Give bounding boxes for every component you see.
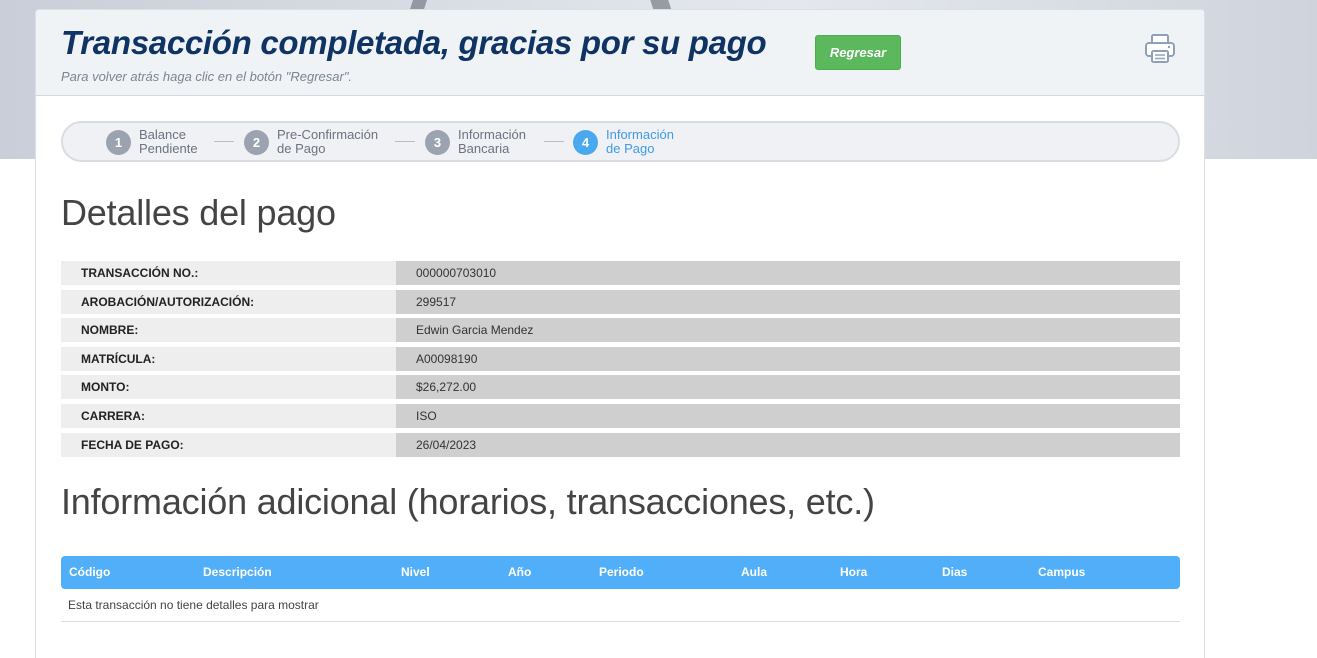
detail-label: AROBACIÓN/AUTORIZACIÓN: — [61, 289, 396, 314]
step-separator — [395, 141, 415, 142]
payment-card: Transacción completada, gracias por su p… — [35, 9, 1205, 658]
detail-label: FECHA DE PAGO: — [61, 432, 396, 457]
detail-row-matricula: MATRÍCULA: A00098190 — [61, 346, 1180, 371]
step-label: Información de Pago — [606, 127, 674, 156]
step-pre-confirmacion: 2 Pre-Confirmación de Pago — [244, 128, 378, 156]
detail-label: CARRERA: — [61, 403, 396, 428]
detail-label: NOMBRE: — [61, 318, 396, 343]
step-label: Balance Pendiente — [139, 127, 198, 156]
step-separator — [214, 141, 234, 142]
detail-value: 26/04/2023 — [396, 432, 1180, 457]
step-number: 4 — [573, 129, 598, 155]
detail-value: Edwin Garcia Mendez — [396, 318, 1180, 343]
detail-row-transaction: TRANSACCIÓN NO.: 000000703010 — [61, 261, 1180, 285]
detail-label: MONTO: — [61, 375, 396, 400]
column-header-hora[interactable]: Hora — [840, 565, 867, 579]
details-title: Detalles del pago — [61, 192, 336, 233]
detail-row-career: CARRERA: ISO — [61, 403, 1180, 428]
page-title: Transacción completada, gracias por su p… — [61, 24, 767, 61]
detail-value: ISO — [396, 403, 1180, 428]
step-number: 1 — [106, 129, 131, 155]
step-label: Información Bancaria — [458, 127, 526, 156]
detail-row-amount: MONTO: $26,272.00 — [61, 375, 1180, 400]
column-header-campus[interactable]: Campus — [1038, 565, 1085, 579]
column-header-aula[interactable]: Aula — [741, 565, 767, 579]
printer-icon[interactable] — [1143, 33, 1177, 65]
detail-value: 299517 — [396, 289, 1180, 314]
payment-details-table: TRANSACCIÓN NO.: 000000703010 AROBACIÓN/… — [61, 261, 1180, 461]
step-number: 2 — [244, 129, 269, 155]
back-button[interactable]: Regresar — [815, 35, 901, 70]
detail-row-name: NOMBRE: Edwin Garcia Mendez — [61, 318, 1180, 343]
column-header-periodo[interactable]: Periodo — [599, 565, 644, 579]
column-header-nivel[interactable]: Nivel — [401, 565, 430, 579]
step-separator — [544, 141, 564, 142]
additional-info-table: Código Descripción Nivel Año Periodo Aul… — [61, 556, 1180, 622]
detail-value: $26,272.00 — [396, 375, 1180, 400]
additional-info-title: Información adicional (horarios, transac… — [61, 481, 875, 522]
detail-row-payment-date: FECHA DE PAGO: 26/04/2023 — [61, 432, 1180, 457]
page-subtitle: Para volver atrás haga clic en el botón … — [61, 69, 353, 84]
column-header-codigo[interactable]: Código — [69, 565, 110, 579]
detail-value: 000000703010 — [396, 261, 1180, 285]
column-header-descripcion[interactable]: Descripción — [203, 565, 272, 579]
card-header: Transacción completada, gracias por su p… — [36, 10, 1204, 96]
detail-value: A00098190 — [396, 346, 1180, 371]
step-number: 3 — [425, 129, 450, 155]
column-header-dias[interactable]: Dias — [942, 565, 967, 579]
progress-stepper: 1 Balance Pendiente 2 Pre-Confirmación de … — [61, 121, 1180, 162]
step-balance-pendiente: 1 Balance Pendiente — [106, 128, 198, 156]
step-label: Pre-Confirmación de Pago — [277, 127, 379, 156]
detail-row-authorization: AROBACIÓN/AUTORIZACIÓN: 299517 — [61, 289, 1180, 314]
step-informacion-de-pago: 4 Información de Pago — [573, 128, 674, 156]
table-header: Código Descripción Nivel Año Periodo Aul… — [61, 556, 1180, 589]
empty-table-message: Esta transacción no tiene detalles para … — [61, 589, 1180, 622]
step-informacion-bancaria: 3 Información Bancaria — [425, 128, 526, 156]
column-header-anio[interactable]: Año — [508, 565, 531, 579]
detail-label: TRANSACCIÓN NO.: — [61, 261, 396, 285]
detail-label: MATRÍCULA: — [61, 346, 396, 371]
